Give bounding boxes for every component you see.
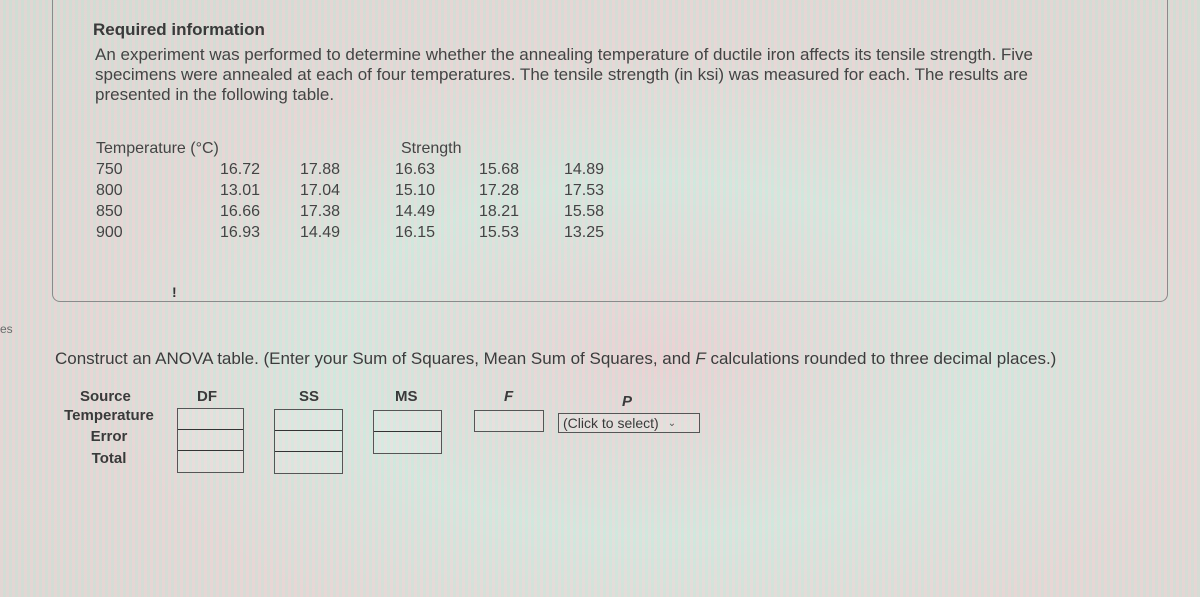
ms-temperature-input[interactable] bbox=[374, 411, 441, 432]
df-temperature-input[interactable] bbox=[178, 409, 243, 430]
strength-cell: 16.66 bbox=[220, 203, 261, 220]
df-error-input[interactable] bbox=[178, 430, 243, 451]
source-header: Source bbox=[80, 388, 131, 405]
source-error: Error bbox=[90, 428, 128, 445]
alert-icon: ! bbox=[172, 284, 177, 300]
ss-header: SS bbox=[299, 388, 320, 405]
anova-instruction: Construct an ANOVA table. (Enter your Su… bbox=[55, 349, 1056, 369]
strength-cell: 17.53 bbox=[564, 182, 605, 199]
strength-cell: 14.49 bbox=[300, 224, 341, 241]
source-total: Total bbox=[91, 450, 127, 467]
strength-column-header: Strength bbox=[401, 140, 462, 157]
strength-cell: 14.49 bbox=[395, 203, 436, 220]
ms-input-group bbox=[373, 410, 442, 454]
p-header: P bbox=[622, 393, 633, 410]
ms-header: MS bbox=[395, 388, 418, 405]
strength-cell: 16.15 bbox=[395, 224, 436, 241]
strength-cell: 17.88 bbox=[300, 161, 341, 178]
strength-cell: 16.63 bbox=[395, 161, 436, 178]
temperature-cell: 850 bbox=[96, 203, 123, 220]
ss-error-input[interactable] bbox=[275, 431, 342, 452]
f-statistic-input[interactable] bbox=[474, 410, 544, 432]
strength-cell: 13.25 bbox=[564, 224, 605, 241]
df-header: DF bbox=[197, 388, 217, 405]
ss-temperature-input[interactable] bbox=[275, 410, 342, 431]
df-input-group bbox=[177, 408, 244, 473]
strength-cell: 15.53 bbox=[479, 224, 520, 241]
source-temperature: Temperature bbox=[64, 407, 154, 424]
required-info-title: Required information bbox=[93, 20, 265, 39]
p-value-select[interactable]: (Click to select) ⌄ bbox=[558, 413, 700, 433]
f-symbol: F bbox=[695, 349, 706, 368]
problem-description: An experiment was performed to determine… bbox=[95, 45, 1034, 104]
instruction-text-end: calculations rounded to three decimal pl… bbox=[705, 349, 1057, 368]
temperature-cell: 900 bbox=[96, 224, 123, 241]
strength-cell: 15.68 bbox=[479, 161, 520, 178]
ms-error-input[interactable] bbox=[374, 432, 441, 453]
strength-cell: 14.89 bbox=[564, 161, 605, 178]
ss-total-input[interactable] bbox=[275, 452, 342, 473]
strength-cell: 13.01 bbox=[220, 182, 261, 199]
strength-cell: 17.04 bbox=[300, 182, 341, 199]
p-select-value: (Click to select) bbox=[563, 415, 659, 431]
temperature-column-header: Temperature (°C) bbox=[96, 140, 219, 157]
strength-cell: 16.93 bbox=[220, 224, 261, 241]
chevron-down-icon: ⌄ bbox=[667, 417, 677, 429]
temperature-cell: 800 bbox=[96, 182, 123, 199]
side-panel-fragment: es bbox=[0, 322, 13, 336]
strength-cell: 17.28 bbox=[479, 182, 520, 199]
ss-input-group bbox=[274, 409, 343, 474]
strength-cell: 15.10 bbox=[395, 182, 436, 199]
strength-cell: 15.58 bbox=[564, 203, 605, 220]
instruction-text-start: Construct an ANOVA table. (Enter your Su… bbox=[55, 349, 696, 368]
f-header: F bbox=[504, 388, 514, 405]
strength-cell: 18.21 bbox=[479, 203, 520, 220]
strength-cell: 16.72 bbox=[220, 161, 261, 178]
df-total-input[interactable] bbox=[178, 451, 243, 472]
strength-cell: 17.38 bbox=[300, 203, 341, 220]
temperature-cell: 750 bbox=[96, 161, 123, 178]
